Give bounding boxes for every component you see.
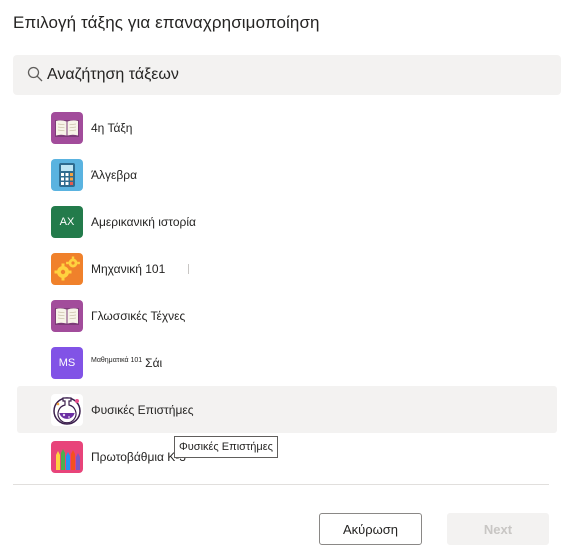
cancel-button[interactable]: Ακύρωση: [319, 513, 422, 545]
class-name: Αμερικανική ιστορία: [91, 214, 196, 229]
class-name: Πρωτοβάθμια Κ-3: [91, 449, 186, 464]
class-tile: [51, 299, 83, 332]
class-tile: AX: [51, 205, 83, 238]
class-item-primary-k3[interactable]: Πρωτοβάθμια Κ-3: [17, 433, 557, 480]
class-tile: [51, 111, 83, 144]
class-name: 4η Τάξη: [91, 120, 133, 135]
class-name: Μαθηματικά 101 Σάι: [91, 356, 162, 370]
class-tile-initials: MS: [58, 356, 76, 369]
class-name: Μηχανική 101: [91, 261, 166, 276]
next-button[interactable]: Next: [447, 513, 549, 545]
tooltip: Φυσικές Επιστήμες: [174, 436, 278, 458]
class-tile: MS: [51, 346, 83, 379]
class-item-algebra[interactable]: Άλγεβρα: [17, 151, 557, 198]
class-item-4th-grade[interactable]: 4η Τάξη: [17, 104, 557, 151]
class-name: Φυσικές Επιστήμες: [91, 402, 194, 417]
class-name: Γλωσσικές Τέχνες: [91, 308, 186, 323]
class-item-engineering[interactable]: Μηχανική 101: [17, 245, 557, 292]
gears-icon: [54, 256, 80, 280]
class-item-math-101[interactable]: MS Μαθηματικά 101 Σάι: [17, 339, 557, 386]
class-tile-initials: AX: [59, 215, 75, 228]
flask-icon: [53, 396, 81, 425]
class-name-suffix: Σάι: [145, 355, 163, 370]
book-icon: [55, 307, 79, 325]
class-item-science[interactable]: Φυσικές Επιστήμες: [17, 386, 557, 433]
search-input[interactable]: [47, 59, 547, 91]
calculator-icon: [59, 162, 75, 187]
class-item-language-arts[interactable]: Γλωσσικές Τέχνες: [17, 292, 557, 339]
search-icon: [27, 66, 43, 82]
class-tile: [51, 252, 83, 285]
dialog-title: Επιλογή τάξης για επαναχρησιμοποίηση: [13, 13, 320, 32]
book-icon: [55, 119, 79, 137]
footer-divider: [13, 484, 549, 485]
class-name-prefix: Μαθηματικά 101: [91, 356, 143, 364]
class-tile: [51, 158, 83, 191]
class-tile: [51, 393, 83, 426]
class-tile: [51, 440, 83, 473]
text-cursor: [188, 264, 189, 274]
search-box[interactable]: [13, 55, 561, 95]
class-list: 4η Τάξη Άλγεβρα AX Αμερικανική ιστορία Μ…: [17, 104, 557, 480]
class-item-american-history[interactable]: AX Αμερικανική ιστορία: [17, 198, 557, 245]
pencils-icon: [56, 448, 80, 470]
class-name: Άλγεβρα: [91, 167, 138, 182]
